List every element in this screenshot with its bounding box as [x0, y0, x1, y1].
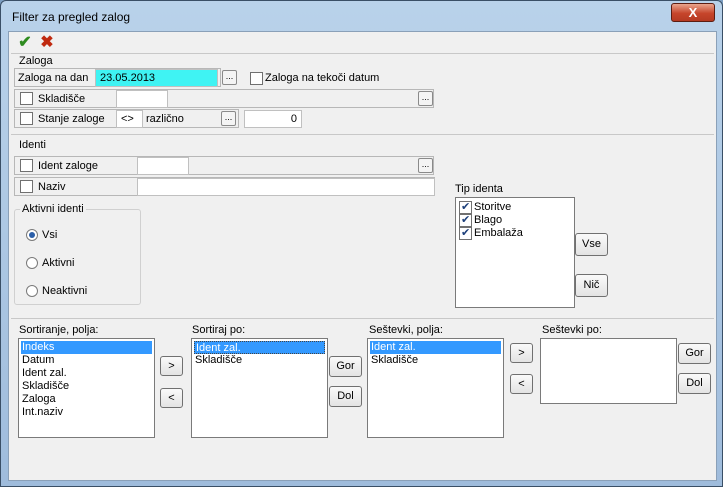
- stanje-label: Stanje zaloge: [38, 113, 105, 125]
- radio-neaktivni-label: Neaktivni: [42, 285, 88, 297]
- cross-icon[interactable]: ✖: [39, 35, 55, 51]
- list-item[interactable]: Ident zal.: [370, 341, 501, 354]
- ident-input[interactable]: [137, 157, 189, 175]
- list-item[interactable]: Skladišče: [21, 380, 69, 393]
- tip-embalaza-label: Embalaža: [474, 227, 523, 239]
- skladisce-input[interactable]: [116, 90, 168, 108]
- title-bar[interactable]: Filter za pregled zalog X: [1, 1, 722, 31]
- sestevki-po-title: Seštevki po:: [542, 324, 602, 336]
- skladisce-checkbox[interactable]: [20, 92, 33, 105]
- sortiraj-po-list[interactable]: Ident zal. Skladišče: [191, 338, 328, 438]
- naziv-label: Naziv: [38, 181, 66, 193]
- date-input[interactable]: 23.05.2013: [95, 69, 218, 87]
- sortiraj-po-title: Sortiraj po:: [192, 324, 246, 336]
- remove-sort-button[interactable]: <: [160, 388, 183, 408]
- select-all-button[interactable]: Vse: [575, 233, 608, 256]
- sestevki-po-list[interactable]: [540, 338, 677, 404]
- operator-text: različno: [146, 113, 184, 125]
- list-item[interactable]: Int.naziv: [21, 406, 63, 419]
- list-item[interactable]: Indeks: [21, 341, 152, 354]
- window-title: Filter za pregled zalog: [12, 10, 131, 24]
- filter-window: Filter za pregled zalog X ✔ ✖ Zaloga Zal…: [0, 0, 723, 487]
- date-picker-button[interactable]: ...: [222, 70, 237, 85]
- divider: [11, 134, 714, 135]
- sum-up-button[interactable]: Gor: [678, 343, 711, 364]
- list-item[interactable]: Skladišče: [194, 354, 242, 367]
- stanje-checkbox[interactable]: [20, 112, 33, 125]
- add-sum-button[interactable]: >: [510, 343, 533, 363]
- tip-embalaza-checkbox[interactable]: [459, 226, 472, 240]
- sestevki-list[interactable]: Ident zal. Skladišče: [367, 338, 504, 438]
- select-none-button[interactable]: Nič: [575, 274, 608, 297]
- ident-picker-button[interactable]: ...: [418, 158, 433, 173]
- naziv-checkbox[interactable]: [20, 180, 33, 193]
- divider: [11, 318, 714, 319]
- operator-picker-button[interactable]: ...: [221, 111, 236, 126]
- zaloga-na-dan-label: Zaloga na dan: [18, 72, 89, 84]
- dialog-client-area: ✔ ✖ Zaloga Zaloga na dan 23.05.2013 ... …: [8, 31, 717, 481]
- list-item[interactable]: Skladišče: [370, 354, 418, 367]
- current-date-label: Zaloga na tekoči datum: [265, 72, 380, 84]
- radio-neaktivni[interactable]: [26, 285, 38, 297]
- radio-aktivni[interactable]: [26, 257, 38, 269]
- operator-symbol[interactable]: <>: [116, 110, 143, 128]
- list-item[interactable]: Zaloga: [21, 393, 56, 406]
- list-item[interactable]: Ident zal.: [21, 367, 67, 380]
- tip-storitve-label: Storitve: [474, 201, 512, 213]
- sum-down-button[interactable]: Dol: [678, 373, 711, 394]
- naziv-input[interactable]: [137, 178, 435, 196]
- radio-aktivni-label: Aktivni: [42, 257, 75, 269]
- ident-label: Ident zaloge: [38, 160, 98, 172]
- list-item[interactable]: Datum: [21, 354, 54, 367]
- tip-identa-list[interactable]: Storitve Blago Embalaža: [455, 197, 575, 308]
- skladisce-row: Skladišče: [14, 89, 434, 108]
- ident-row: Ident zaloge: [14, 156, 434, 175]
- tip-identa-title: Tip identa: [455, 183, 503, 195]
- radio-vsi-label: Vsi: [42, 229, 58, 241]
- sortiranje-title: Sortiranje, polja:: [19, 324, 99, 336]
- close-button[interactable]: X: [671, 3, 715, 22]
- radio-vsi[interactable]: [26, 229, 38, 241]
- sort-down-button[interactable]: Dol: [329, 386, 362, 407]
- divider: [11, 53, 714, 54]
- aktivni-identi-title: Aktivni identi: [20, 203, 86, 215]
- skladisce-picker-button[interactable]: ...: [418, 91, 433, 106]
- stanje-value-input[interactable]: 0: [244, 110, 302, 128]
- section-identi-label: Identi: [19, 139, 46, 151]
- section-zaloga-label: Zaloga: [19, 55, 53, 67]
- current-date-checkbox[interactable]: [250, 72, 263, 85]
- checkmark-icon[interactable]: ✔: [17, 35, 33, 51]
- sestevki-title: Seštevki, polja:: [369, 324, 443, 336]
- list-item[interactable]: Ident zal.: [194, 341, 325, 354]
- sort-up-button[interactable]: Gor: [329, 356, 362, 377]
- remove-sum-button[interactable]: <: [510, 374, 533, 394]
- sortiranje-list[interactable]: Indeks Datum Ident zal. Skladišče Zaloga…: [18, 338, 155, 438]
- tip-blago-label: Blago: [474, 214, 503, 226]
- add-sort-button[interactable]: >: [160, 356, 183, 376]
- ident-checkbox[interactable]: [20, 159, 33, 172]
- skladisce-label: Skladišče: [38, 93, 86, 105]
